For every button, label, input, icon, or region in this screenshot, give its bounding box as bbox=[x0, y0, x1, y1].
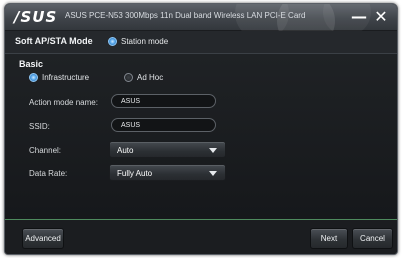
close-icon[interactable]: ✕ bbox=[373, 8, 389, 26]
advanced-button[interactable]: Advanced bbox=[22, 228, 64, 249]
channel-value: Auto bbox=[117, 146, 134, 155]
basic-settings-panel: Basic Infrastructure Ad Hoc Action mode … bbox=[5, 54, 397, 219]
action-mode-name-input[interactable]: ASUS bbox=[111, 94, 216, 108]
ssid-label: SSID: bbox=[29, 122, 50, 131]
radio-checked-icon[interactable] bbox=[108, 37, 117, 46]
section-heading-basic: Basic bbox=[19, 59, 44, 69]
data-rate-value: Fully Auto bbox=[117, 169, 153, 178]
cancel-button[interactable]: Cancel bbox=[352, 228, 393, 249]
station-mode-radio[interactable]: Station mode bbox=[108, 37, 168, 46]
infrastructure-label: Infrastructure bbox=[42, 73, 90, 82]
adhoc-radio[interactable]: Ad Hoc bbox=[124, 73, 163, 82]
chevron-down-icon bbox=[209, 148, 217, 153]
minimize-icon[interactable]: — bbox=[351, 8, 367, 26]
data-rate-label: Data Rate: bbox=[29, 169, 68, 178]
infrastructure-radio[interactable]: Infrastructure bbox=[29, 73, 89, 82]
title-bar[interactable]: /SUS ASUS PCE-N53 300Mbps 11n Dual band … bbox=[5, 4, 397, 50]
channel-label: Channel: bbox=[29, 146, 62, 155]
chevron-down-icon bbox=[209, 171, 217, 176]
ssid-input[interactable]: ASUS bbox=[111, 118, 216, 132]
data-rate-select[interactable]: Fully Auto bbox=[109, 164, 226, 181]
channel-select[interactable]: Auto bbox=[109, 141, 226, 158]
window-title: ASUS PCE-N53 300Mbps 11n Dual band Wirel… bbox=[65, 11, 306, 20]
wizard-window: /SUS ASUS PCE-N53 300Mbps 11n Dual band … bbox=[4, 3, 398, 255]
station-mode-label: Station mode bbox=[121, 37, 169, 46]
radio-unchecked-icon[interactable] bbox=[124, 73, 133, 82]
network-type-group: Infrastructure Ad Hoc bbox=[29, 73, 229, 85]
action-mode-name-label: Action mode name: bbox=[29, 98, 98, 107]
window-controls: — ✕ bbox=[351, 7, 389, 27]
asus-logo: /SUS bbox=[14, 8, 58, 26]
button-bar: Advanced Next Cancel bbox=[5, 219, 397, 254]
mode-label: Soft AP/STA Mode bbox=[15, 36, 93, 46]
adhoc-label: Ad Hoc bbox=[137, 73, 164, 82]
radio-checked-icon[interactable] bbox=[29, 73, 38, 82]
mode-bar: Soft AP/STA Mode Station mode bbox=[5, 31, 397, 54]
next-button[interactable]: Next bbox=[310, 228, 348, 249]
